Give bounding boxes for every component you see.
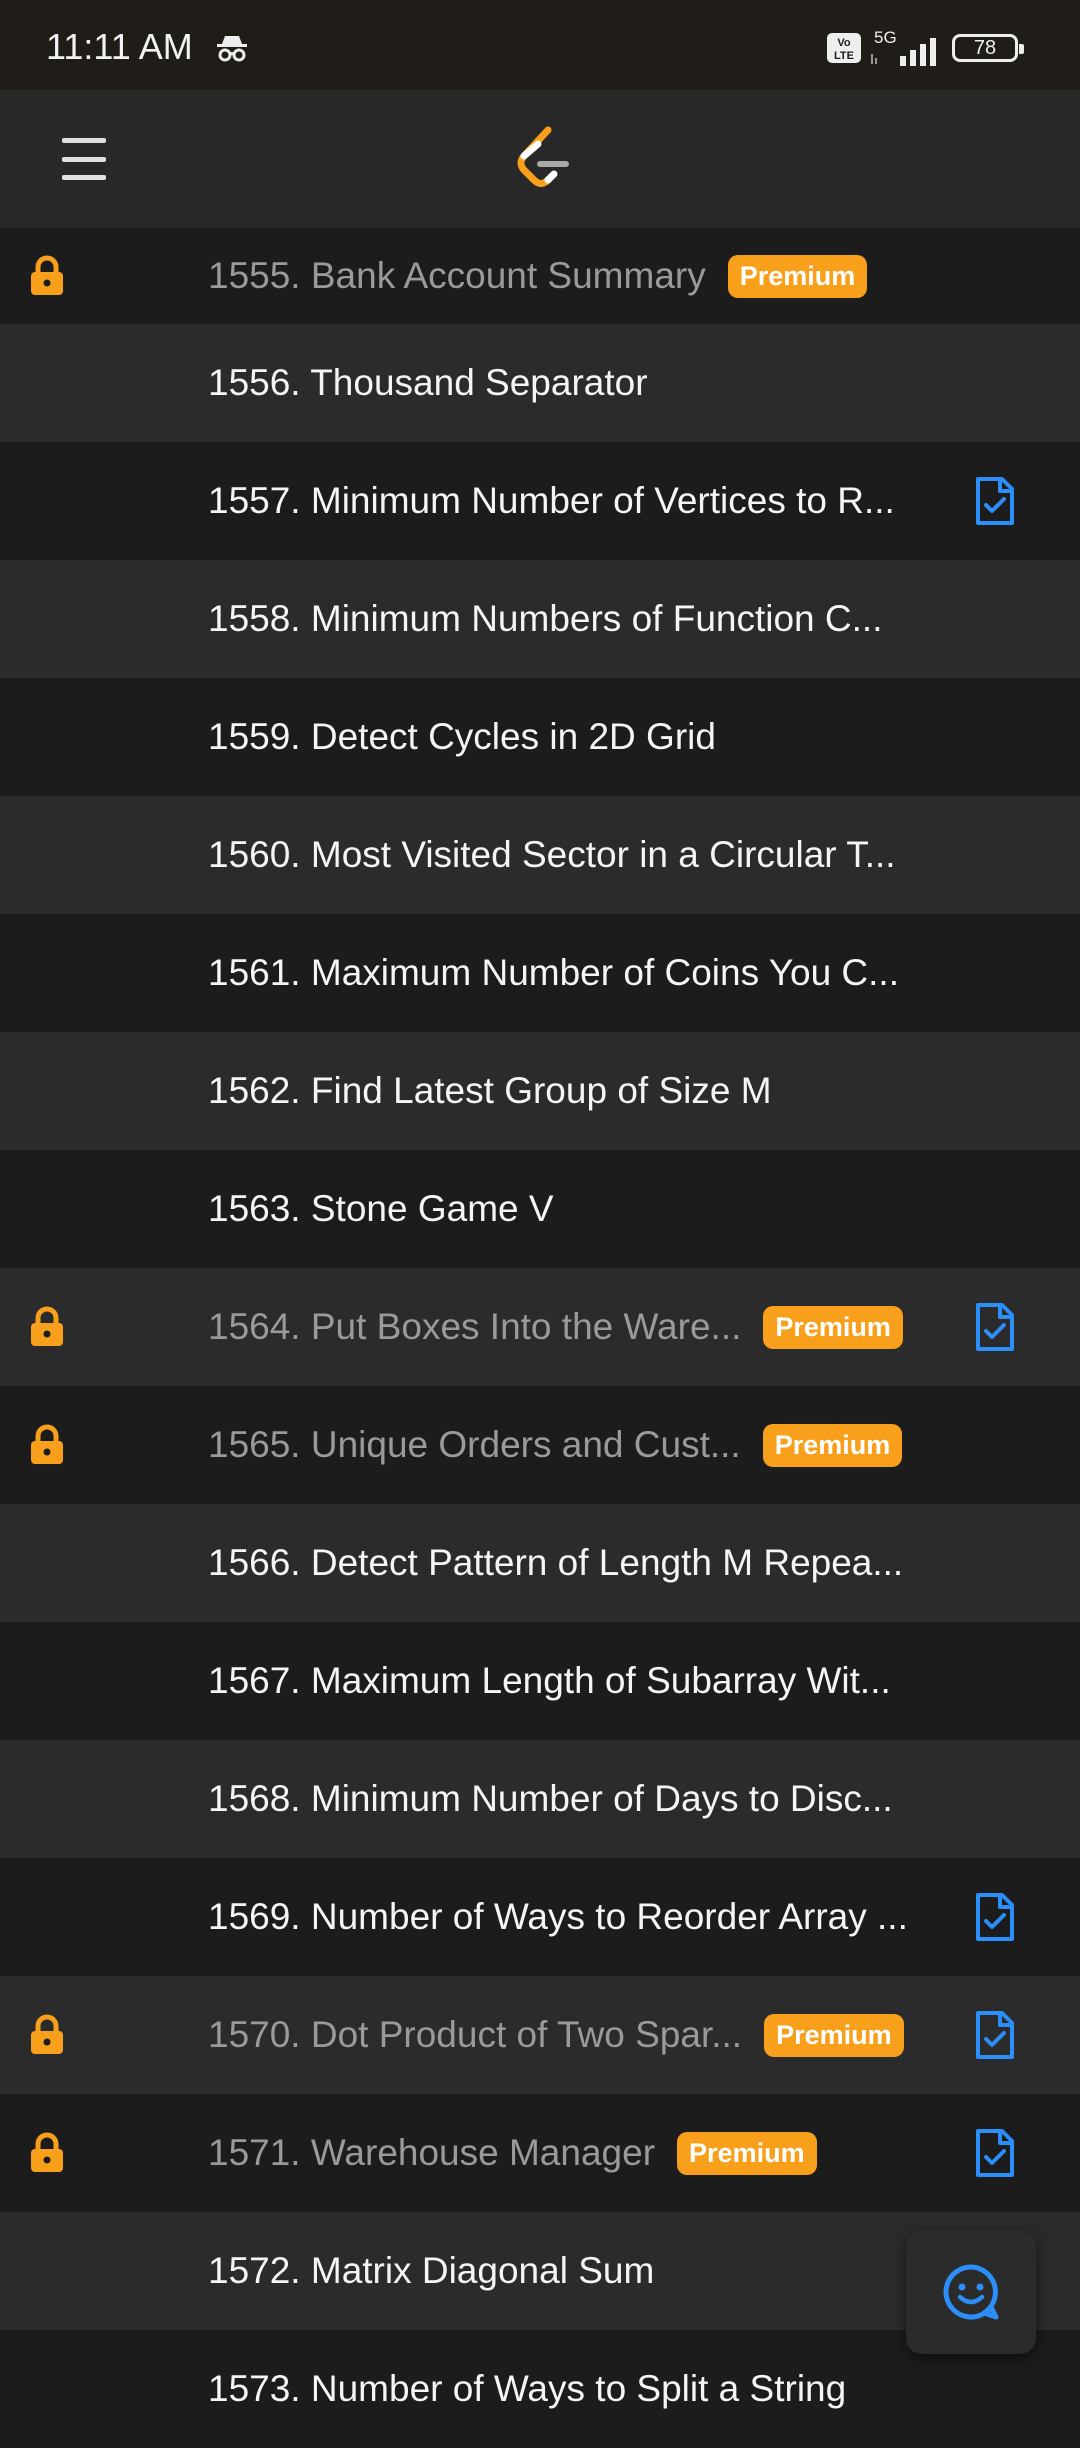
problem-row[interactable]: 1559. Detect Cycles in 2D Grid <box>0 678 1080 796</box>
lock-icon <box>31 2132 63 2172</box>
problem-title-wrap: 1565. Unique Orders and Cust... Premium <box>208 1386 1020 1504</box>
status-bar: 11:11 AM Vo LTE 5G 78 <box>0 0 1080 90</box>
chat-smiley-icon <box>943 2264 999 2320</box>
problem-title: 1560. Most Visited Sector in a Circular … <box>208 834 896 875</box>
problem-title: 1573. Number of Ways to Split a String <box>208 2368 847 2409</box>
problem-row[interactable]: 1561. Maximum Number of Coins You C... <box>0 914 1080 1032</box>
premium-badge: Premium <box>764 2013 904 2057</box>
battery-level: 78 <box>973 36 997 59</box>
problem-title: 1570. Dot Product of Two Spar... <box>208 2014 743 2055</box>
problem-title-wrap: 1561. Maximum Number of Coins You C... <box>208 914 1020 1032</box>
battery-indicator: 78 <box>952 34 1024 62</box>
problem-title: 1572. Matrix Diagonal Sum <box>208 2250 655 2291</box>
hamburger-menu-icon[interactable] <box>56 134 112 184</box>
signal-icon <box>871 38 936 66</box>
problem-title: 1559. Detect Cycles in 2D Grid <box>208 716 716 757</box>
problem-title-wrap: 1564. Put Boxes Into the Ware... Premium <box>208 1268 1020 1386</box>
chat-button[interactable] <box>906 2230 1036 2354</box>
problem-title: 1561. Maximum Number of Coins You C... <box>208 952 899 993</box>
svg-text:Vo: Vo <box>837 37 851 49</box>
problem-title: 1556. Thousand Separator <box>208 362 648 403</box>
premium-badge: Premium <box>677 2131 817 2175</box>
app-bar <box>0 90 1080 228</box>
problem-row[interactable]: 1571. Warehouse Manager Premium <box>0 2094 1080 2212</box>
problem-title: 1571. Warehouse Manager <box>208 2132 656 2173</box>
problem-title-wrap: 1560. Most Visited Sector in a Circular … <box>208 796 1020 914</box>
leetcode-logo[interactable] <box>514 126 574 192</box>
problem-title-wrap: 1563. Stone Game V <box>208 1150 1020 1268</box>
problem-title-wrap: 1572. Matrix Diagonal Sum <box>208 2212 1020 2330</box>
problem-title-wrap: 1566. Detect Pattern of Length M Repea..… <box>208 1504 1020 1622</box>
problem-title: 1562. Find Latest Group of Size M <box>208 1070 772 1111</box>
incognito-icon <box>217 36 247 62</box>
premium-badge: Premium <box>763 1305 903 1349</box>
solution-document-icon[interactable] <box>972 1891 1018 1943</box>
status-time: 11:11 AM <box>46 26 193 67</box>
problem-title-wrap: 1569. Number of Ways to Reorder Array ..… <box>208 1858 1020 1976</box>
problem-title: 1564. Put Boxes Into the Ware... <box>208 1306 742 1347</box>
problem-title: 1567. Maximum Length of Subarray Wit... <box>208 1660 891 1701</box>
solution-document-icon[interactable] <box>972 1301 1018 1353</box>
solution-document-icon[interactable] <box>972 2127 1018 2179</box>
problem-row[interactable]: 1564. Put Boxes Into the Ware... Premium <box>0 1268 1080 1386</box>
problem-title-wrap: 1562. Find Latest Group of Size M <box>208 1032 1020 1150</box>
problem-row[interactable]: 1569. Number of Ways to Reorder Array ..… <box>0 1858 1080 1976</box>
premium-badge: Premium <box>762 1423 903 1467</box>
problem-title: 1566. Detect Pattern of Length M Repea..… <box>208 1542 904 1583</box>
lock-icon <box>31 255 63 295</box>
problem-title-wrap: 1568. Minimum Number of Days to Disc... <box>208 1740 1020 1858</box>
problem-title: 1568. Minimum Number of Days to Disc... <box>208 1778 893 1819</box>
problem-title: 1569. Number of Ways to Reorder Array ..… <box>208 1896 908 1937</box>
problem-title-wrap: 1558. Minimum Numbers of Function C... <box>208 560 1020 678</box>
problem-row[interactable]: 1555. Bank Account Summary Premium <box>0 228 1080 324</box>
problem-row[interactable]: 1558. Minimum Numbers of Function C... <box>0 560 1080 678</box>
svg-text:LTE: LTE <box>834 50 854 62</box>
problem-list: 1555. Bank Account Summary Premium 1556. T… <box>0 228 1080 2448</box>
lock-icon <box>31 1424 63 1464</box>
premium-badge: Premium <box>727 254 868 298</box>
problem-title-wrap: 1557. Minimum Number of Vertices to R... <box>208 442 1020 560</box>
problem-row[interactable]: 1567. Maximum Length of Subarray Wit... <box>0 1622 1080 1740</box>
problem-row[interactable]: 1560. Most Visited Sector in a Circular … <box>0 796 1080 914</box>
problem-row[interactable]: 1570. Dot Product of Two Spar... Premium <box>0 1976 1080 2094</box>
problem-row[interactable]: 1556. Thousand Separator <box>0 324 1080 442</box>
problem-row[interactable]: 1566. Detect Pattern of Length M Repea..… <box>0 1504 1080 1622</box>
problem-title: 1555. Bank Account Summary <box>208 255 706 296</box>
lock-icon <box>31 1306 63 1346</box>
solution-document-icon[interactable] <box>972 2009 1018 2061</box>
problem-title-wrap: 1559. Detect Cycles in 2D Grid <box>208 678 1020 796</box>
problem-title-wrap: 1571. Warehouse Manager Premium <box>208 2094 1020 2212</box>
problem-title-wrap: 1567. Maximum Length of Subarray Wit... <box>208 1622 1020 1740</box>
volte-icon: Vo LTE <box>827 33 861 63</box>
problem-row[interactable]: 1562. Find Latest Group of Size M <box>0 1032 1080 1150</box>
problem-row[interactable]: 1568. Minimum Number of Days to Disc... <box>0 1740 1080 1858</box>
problem-title-wrap: 1573. Number of Ways to Split a String <box>208 2330 1020 2448</box>
problem-title: 1557. Minimum Number of Vertices to R... <box>208 480 895 521</box>
problem-title-wrap: 1556. Thousand Separator <box>208 324 1020 442</box>
solution-document-icon[interactable] <box>972 475 1018 527</box>
problem-title-wrap: 1555. Bank Account Summary Premium <box>208 228 1020 324</box>
problem-title: 1563. Stone Game V <box>208 1188 554 1229</box>
problem-title-wrap: 1570. Dot Product of Two Spar... Premium <box>208 1976 1020 2094</box>
lock-icon <box>31 2014 63 2054</box>
problem-title: 1565. Unique Orders and Cust... <box>208 1424 741 1465</box>
problem-row[interactable]: 1565. Unique Orders and Cust... Premium <box>0 1386 1080 1504</box>
problem-title: 1558. Minimum Numbers of Function C... <box>208 598 883 639</box>
problem-row[interactable]: 1557. Minimum Number of Vertices to R... <box>0 442 1080 560</box>
problem-row[interactable]: 1563. Stone Game V <box>0 1150 1080 1268</box>
